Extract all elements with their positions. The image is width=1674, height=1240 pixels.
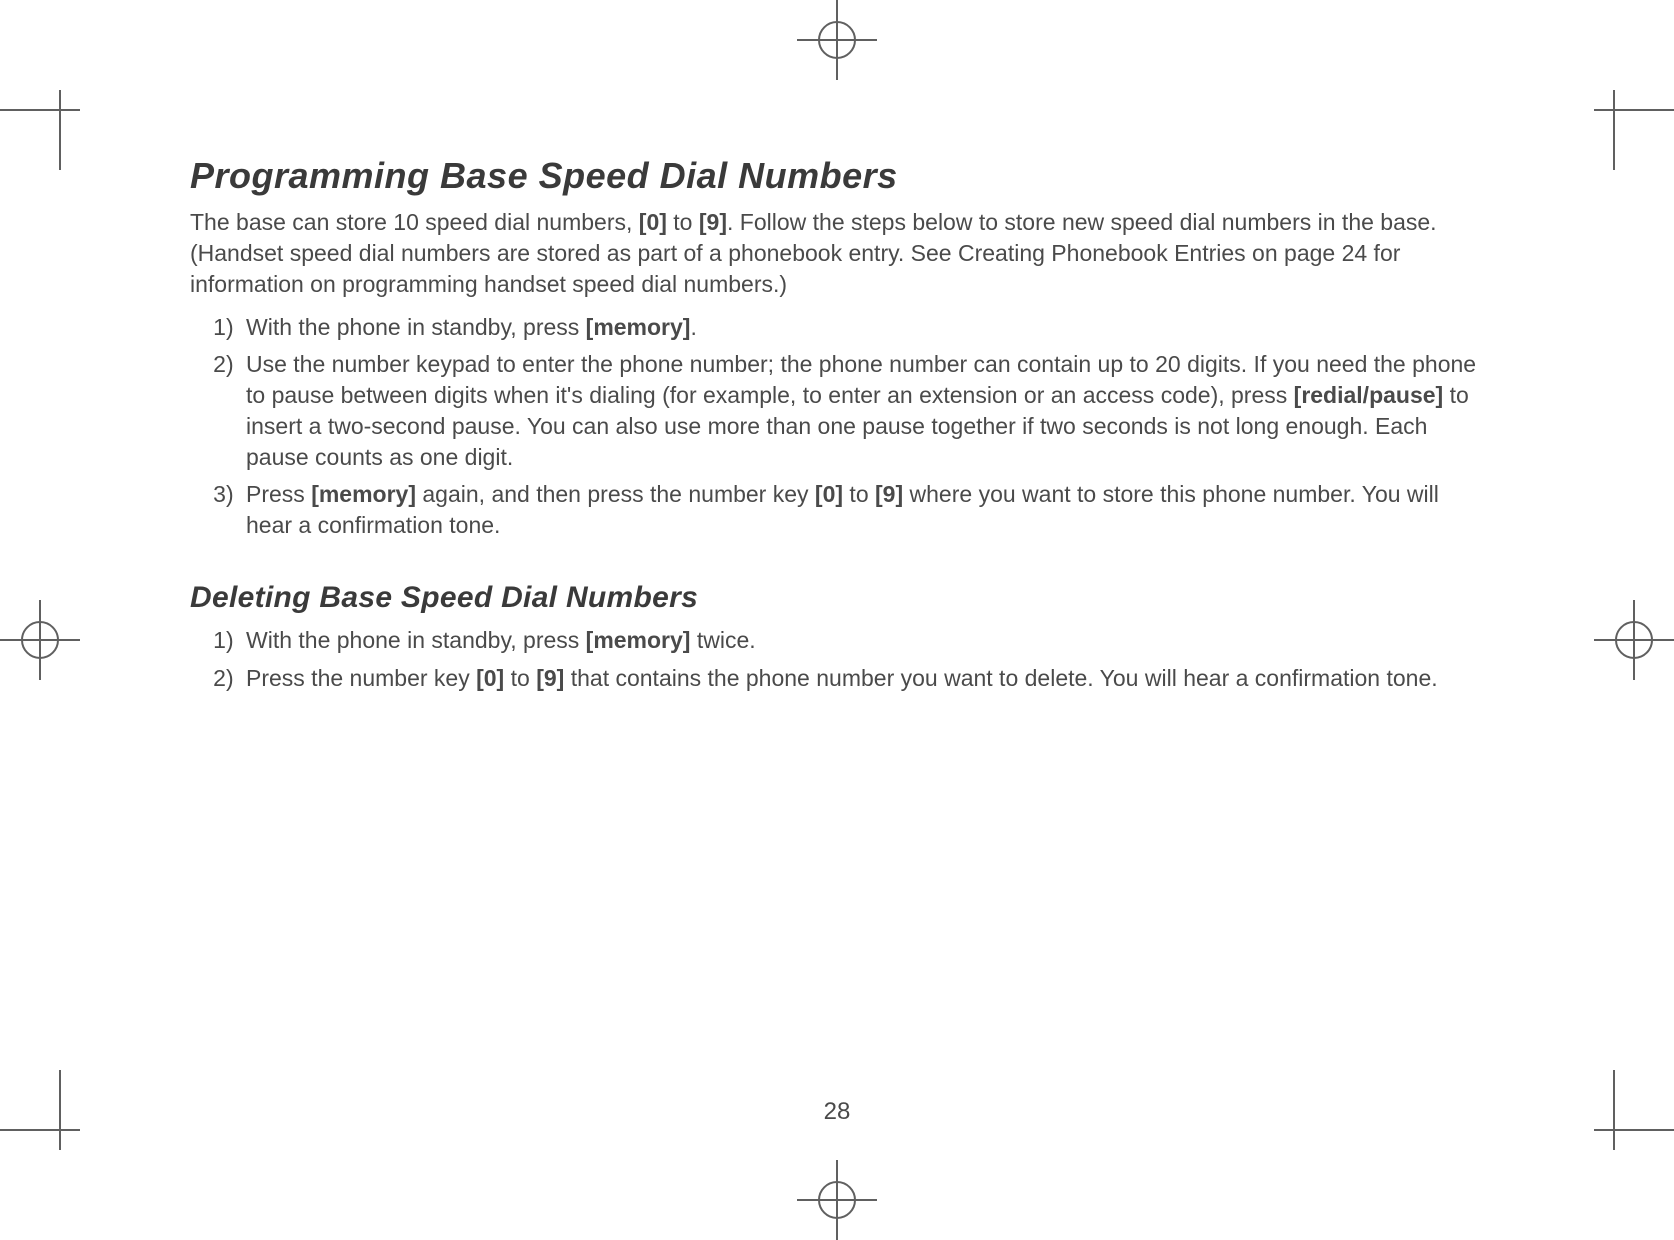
section-heading-programming: Programming Base Speed Dial Numbers: [190, 155, 1490, 197]
section1-steps: With the phone in standby, press [memory…: [210, 312, 1490, 541]
text: .: [690, 314, 696, 340]
key-redial-pause: [redial/pause]: [1294, 382, 1444, 408]
crop-mark-top-right: [1564, 60, 1674, 170]
register-mark-top: [787, 0, 887, 80]
list-item: Press [memory] again, and then press the…: [240, 479, 1490, 541]
text: With the phone in standby, press: [246, 314, 586, 340]
page-content: Programming Base Speed Dial Numbers The …: [190, 155, 1490, 700]
text: to: [504, 665, 536, 691]
register-mark-left: [0, 590, 80, 690]
register-mark-right: [1594, 590, 1674, 690]
register-mark-bottom: [787, 1160, 887, 1240]
key-0: [0]: [639, 209, 667, 235]
text: The base can store 10 speed dial numbers…: [190, 209, 639, 235]
key-0: [0]: [476, 665, 504, 691]
key-9: [9]: [699, 209, 727, 235]
section-heading-deleting: Deleting Base Speed Dial Numbers: [190, 581, 1490, 615]
key-memory: [memory]: [586, 314, 691, 340]
page-number: 28: [0, 1098, 1674, 1126]
text: that contains the phone number you want …: [564, 665, 1437, 691]
list-item: With the phone in standby, press [memory…: [240, 312, 1490, 343]
text: to: [667, 209, 699, 235]
list-item: With the phone in standby, press [memory…: [240, 625, 1490, 656]
text: Press the number key: [246, 665, 476, 691]
text: again, and then press the number key: [416, 481, 815, 507]
list-item: Use the number keypad to enter the phone…: [240, 349, 1490, 473]
key-memory: [memory]: [311, 481, 416, 507]
section2-steps: With the phone in standby, press [memory…: [210, 625, 1490, 693]
crop-mark-top-left: [0, 60, 110, 170]
key-memory: [memory]: [586, 627, 691, 653]
text: Use the number keypad to enter the phone…: [246, 351, 1476, 408]
key-0: [0]: [815, 481, 843, 507]
key-9: [9]: [875, 481, 903, 507]
text: to: [843, 481, 875, 507]
text: With the phone in standby, press: [246, 627, 586, 653]
section1-intro: The base can store 10 speed dial numbers…: [190, 207, 1490, 300]
text: twice.: [690, 627, 755, 653]
text: Press: [246, 481, 311, 507]
list-item: Press the number key [0] to [9] that con…: [240, 663, 1490, 694]
key-9: [9]: [536, 665, 564, 691]
